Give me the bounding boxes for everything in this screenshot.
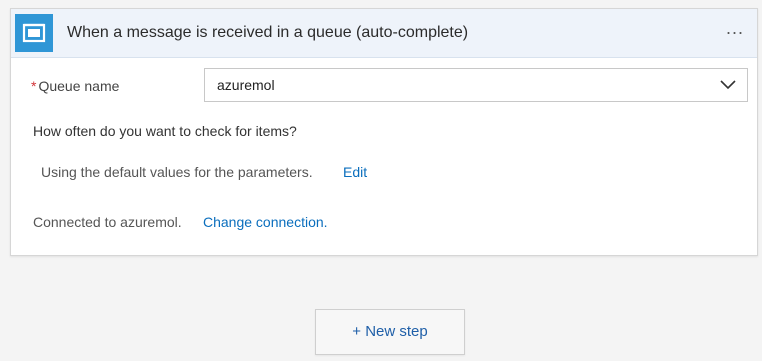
queue-name-row: * Queue name azuremol (11, 65, 757, 105)
trigger-card: When a message is received in a queue (a… (10, 8, 758, 256)
required-marker: * (31, 78, 37, 94)
check-frequency-question: How often do you want to check for items… (33, 123, 297, 139)
queue-name-select[interactable]: azuremol (204, 68, 748, 102)
trigger-card-header[interactable]: When a message is received in a queue (a… (11, 9, 757, 58)
trigger-title: When a message is received in a queue (a… (67, 24, 469, 41)
queue-name-value: azuremol (217, 77, 275, 93)
default-parameters-text: Using the default values for the paramet… (41, 164, 313, 180)
service-bus-queue-icon (15, 14, 53, 52)
edit-parameters-link[interactable]: Edit (343, 164, 367, 180)
more-options-button[interactable]: ... (723, 19, 747, 41)
queue-name-label-text: Queue name (38, 78, 120, 94)
new-step-button[interactable]: + New step (315, 309, 465, 355)
chevron-down-icon[interactable] (719, 78, 737, 92)
designer-canvas: When a message is received in a queue (a… (0, 0, 762, 361)
queue-name-label: * Queue name (31, 78, 119, 94)
connection-status-text: Connected to azuremol. (33, 214, 182, 230)
change-connection-link[interactable]: Change connection. (203, 214, 328, 230)
